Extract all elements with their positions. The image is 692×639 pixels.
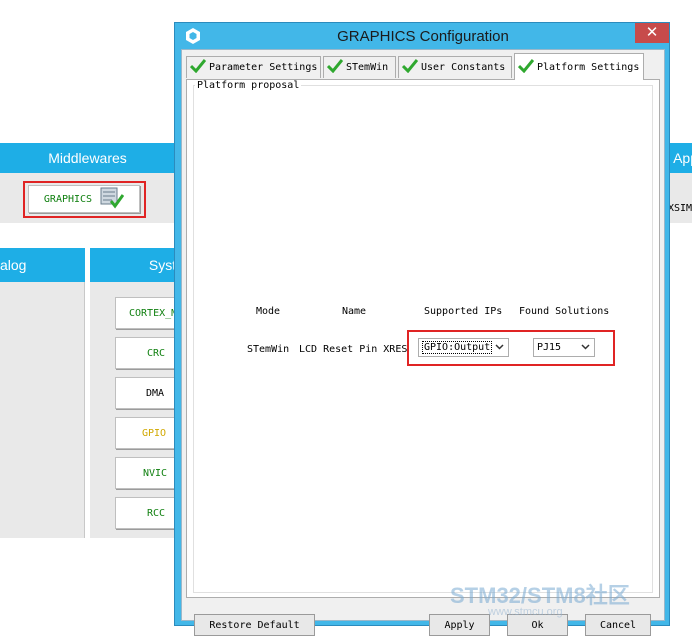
analog-panel <box>0 282 85 538</box>
check-icon <box>517 58 535 76</box>
middlewares-label: Middlewares <box>48 150 127 166</box>
tab-label: Parameter Settings <box>209 62 318 73</box>
tab-label: Platform Settings <box>537 61 640 73</box>
close-button[interactable]: ✕ <box>635 23 669 43</box>
peripheral-label: DMA <box>146 387 165 399</box>
found-solution-value: PJ15 <box>537 342 562 353</box>
peripheral-nvic[interactable]: NVIC <box>115 457 180 489</box>
graphics-config-icon <box>100 187 125 212</box>
chevron-down-icon <box>581 342 590 354</box>
tab-content-panel: Platform proposal Mode Name Supported IP… <box>186 79 660 598</box>
peripheral-crc[interactable]: CRC <box>115 337 180 369</box>
cancel-button[interactable]: Cancel <box>585 614 651 636</box>
system-header: Syst <box>90 248 177 282</box>
restore-default-button[interactable]: Restore Default <box>194 614 315 636</box>
peripheral-dma[interactable]: DMA <box>115 377 180 409</box>
dialog-title: GRAPHICS Configuration <box>337 28 509 45</box>
header-name: Name <box>342 306 367 317</box>
peripheral-label: CORTEX_M <box>129 307 178 319</box>
row-mode: STemWin <box>247 344 290 355</box>
tab-platform-settings[interactable]: Platform Settings <box>514 53 644 80</box>
app-header-label: App <box>673 150 692 166</box>
check-icon <box>326 59 344 76</box>
graphics-button-label: GRAPHICS <box>43 193 93 205</box>
tab-user-constants[interactable]: User Constants <box>398 56 512 78</box>
restore-default-label: Restore Default <box>209 619 300 631</box>
peripheral-label: NVIC <box>143 467 168 479</box>
close-icon: ✕ <box>645 24 659 41</box>
group-title: Platform proposal <box>195 80 302 91</box>
row-name: LCD Reset Pin XRES <box>299 344 408 355</box>
system-header-label: Syst <box>148 257 177 273</box>
header-found-solutions: Found Solutions <box>519 306 610 317</box>
peripheral-cortex[interactable]: CORTEX_M <box>115 297 180 329</box>
supported-ip-select[interactable]: GPIO:Output <box>418 338 509 357</box>
graphics-config-dialog: GRAPHICS Configuration ✕ Parameter Setti… <box>174 22 670 636</box>
tab-parameter-settings[interactable]: Parameter Settings <box>186 56 321 78</box>
peripheral-label: RCC <box>147 507 166 519</box>
check-icon <box>189 59 207 76</box>
ok-label: Ok <box>531 619 544 631</box>
analog-header-label: alog <box>0 257 27 273</box>
middlewares-header: Middlewares <box>0 143 175 173</box>
supported-ip-value: GPIO:Output <box>422 341 493 354</box>
header-supported-ips: Supported IPs <box>424 306 503 317</box>
tab-label: User Constants <box>421 62 506 73</box>
tab-stemwin[interactable]: STemWin <box>323 56 396 78</box>
peripheral-label: CRC <box>147 347 166 359</box>
chevron-down-icon <box>495 342 504 354</box>
peripheral-gpio[interactable]: GPIO <box>115 417 180 449</box>
cancel-label: Cancel <box>599 619 637 631</box>
peripheral-label: GPIO <box>142 427 167 439</box>
apply-button[interactable]: Apply <box>429 614 490 636</box>
analog-header: alog <box>0 248 85 282</box>
watermark-url: www.stmcu.org <box>488 606 563 618</box>
header-mode: Mode <box>256 306 281 317</box>
peripheral-rcc[interactable]: RCC <box>115 497 180 529</box>
dialog-client-area: Parameter Settings STemWin User Constant… <box>181 49 665 636</box>
tab-label: STemWin <box>346 62 389 73</box>
check-icon <box>401 59 419 76</box>
found-solution-select[interactable]: PJ15 <box>533 338 595 357</box>
apply-label: Apply <box>444 619 475 631</box>
xsim-label: XSIM <box>668 203 692 214</box>
graphics-button[interactable]: GRAPHICS <box>28 185 140 213</box>
